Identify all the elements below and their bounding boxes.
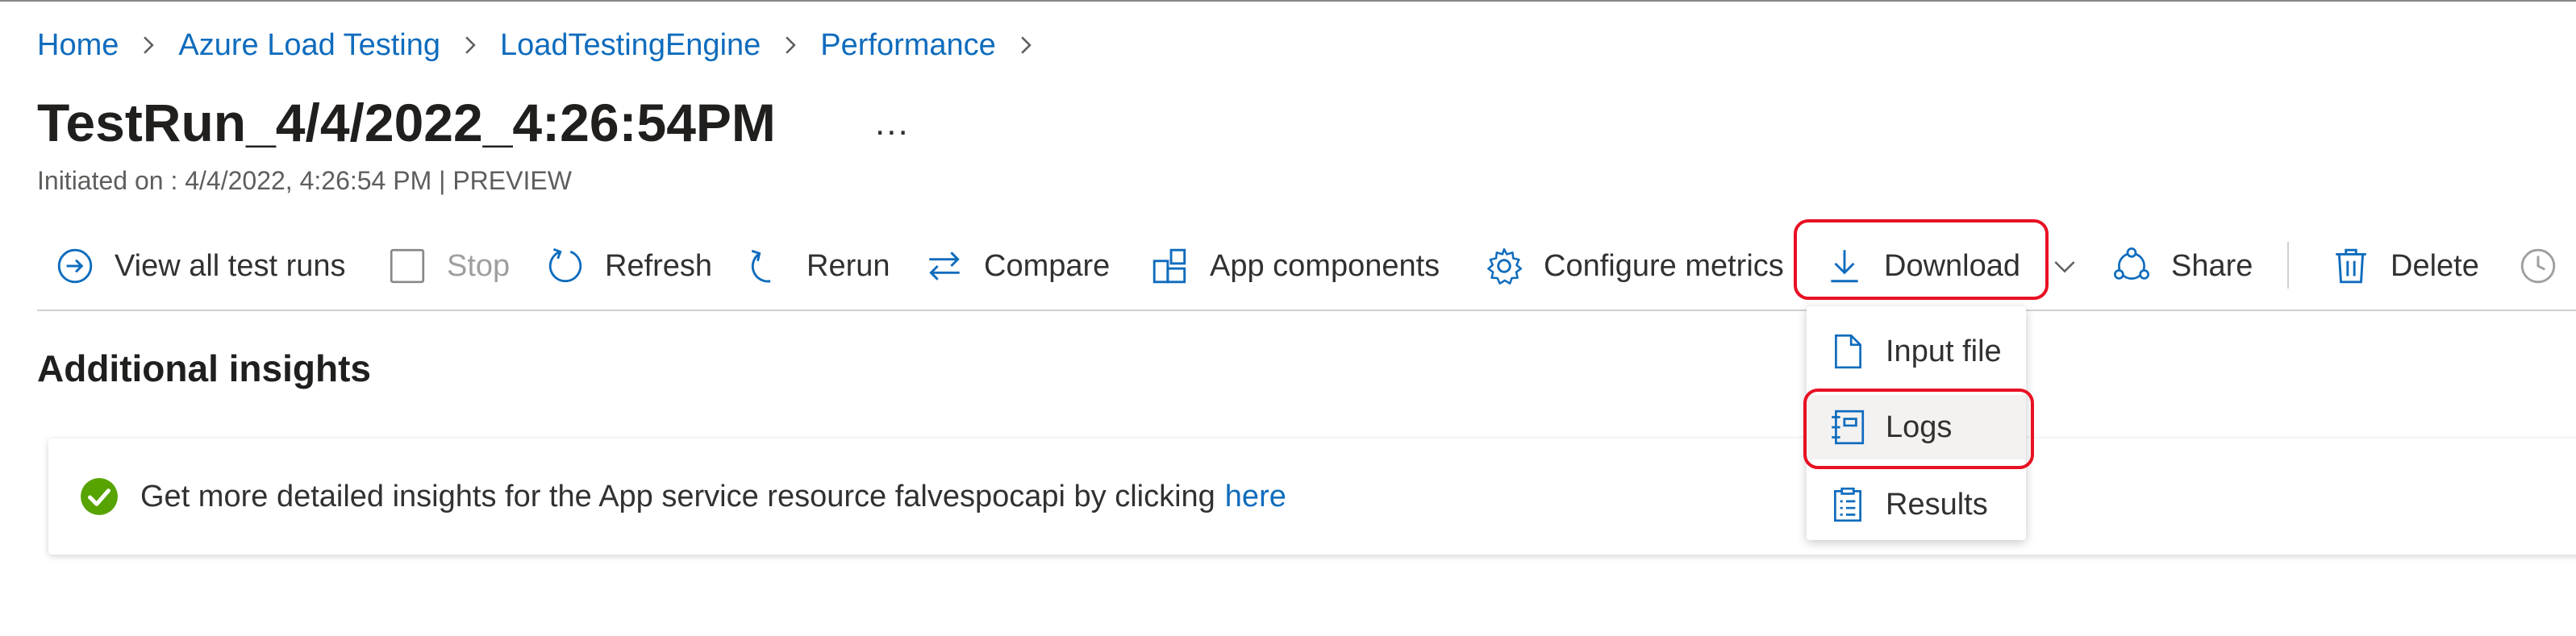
menu-item-results[interactable]: Results xyxy=(1807,472,2026,537)
download-highlight-box xyxy=(1794,219,2049,300)
menu-item-label: Results xyxy=(1886,487,1988,522)
share-button[interactable]: Share xyxy=(2111,234,2253,298)
more-options-button[interactable]: ... xyxy=(875,103,910,143)
share-label: Share xyxy=(2171,248,2253,283)
configure-metrics-label: Configure metrics xyxy=(1544,248,1784,283)
gear-icon xyxy=(1487,247,1523,285)
breadcrumb-home[interactable]: Home xyxy=(37,28,119,63)
share-icon xyxy=(2114,247,2149,280)
insight-here-link[interactable]: here xyxy=(1225,480,1286,514)
stop-checkbox-icon xyxy=(390,248,425,284)
page-title: TestRun_4/4/2022_4:26:54PM xyxy=(37,93,776,152)
chevron-right-icon xyxy=(465,36,476,54)
breadcrumb-performance[interactable]: Performance xyxy=(820,28,996,63)
menu-item-input-file[interactable]: Input file xyxy=(1807,319,2026,384)
delete-label: Delete xyxy=(2391,248,2479,283)
app-components-label: App components xyxy=(1210,248,1440,283)
insight-card: Get more detailed insights for the App s… xyxy=(48,439,2576,555)
menu-item-label: Input file xyxy=(1886,334,2002,368)
download-dropdown-toggle[interactable] xyxy=(2049,234,2081,298)
chevron-right-icon xyxy=(1021,36,1032,54)
rerun-icon xyxy=(751,249,771,283)
success-check-icon xyxy=(81,478,118,515)
logs-highlight-box xyxy=(1803,389,2034,469)
section-title: Additional insights xyxy=(37,347,371,389)
rerun-button[interactable]: Rerun xyxy=(747,234,890,298)
refresh-icon xyxy=(548,247,582,283)
stop-button[interactable]: Stop xyxy=(387,234,510,298)
history-button[interactable] xyxy=(2518,234,2576,298)
view-all-test-runs-button[interactable]: View all test runs xyxy=(55,234,346,298)
delete-button[interactable]: Delete xyxy=(2331,234,2479,298)
chevron-right-icon xyxy=(144,36,155,54)
trash-icon xyxy=(2336,248,2366,284)
breadcrumb-azure-load-testing[interactable]: Azure Load Testing xyxy=(178,28,440,63)
chevron-right-icon xyxy=(786,36,796,54)
configure-metrics-button[interactable]: Configure metrics xyxy=(1484,234,1784,298)
toolbar-divider xyxy=(37,310,2576,311)
page-subtitle: Initiated on : 4/4/2022, 4:26:54 PM | PR… xyxy=(37,166,572,195)
breadcrumb-loadtestingengine[interactable]: LoadTestingEngine xyxy=(500,28,761,63)
app-components-button[interactable]: App components xyxy=(1150,234,1440,298)
top-border xyxy=(0,0,2576,2)
clipboard-icon xyxy=(1834,487,1861,522)
document-icon xyxy=(1835,334,1861,369)
toolbar-separator xyxy=(2287,242,2289,289)
arrow-circle-right-icon xyxy=(57,248,93,284)
rerun-label: Rerun xyxy=(807,248,890,283)
view-all-test-runs-label: View all test runs xyxy=(115,248,346,283)
insight-message: Get more detailed insights for the App s… xyxy=(140,479,1215,513)
refresh-button[interactable]: Refresh xyxy=(545,234,712,298)
compare-label: Compare xyxy=(984,248,1111,283)
compare-button[interactable]: Compare xyxy=(924,234,1110,298)
compare-arrows-icon xyxy=(929,251,960,281)
breadcrumb: Home Azure Load Testing LoadTestingEngin… xyxy=(37,24,1056,66)
chevron-down-icon xyxy=(2054,261,2075,273)
app-components-icon xyxy=(1153,248,1186,284)
refresh-label: Refresh xyxy=(605,248,713,283)
stop-label: Stop xyxy=(447,248,511,283)
clock-icon xyxy=(2520,248,2556,284)
command-bar: View all test runs Stop Refresh Rerun Co… xyxy=(37,234,2576,298)
